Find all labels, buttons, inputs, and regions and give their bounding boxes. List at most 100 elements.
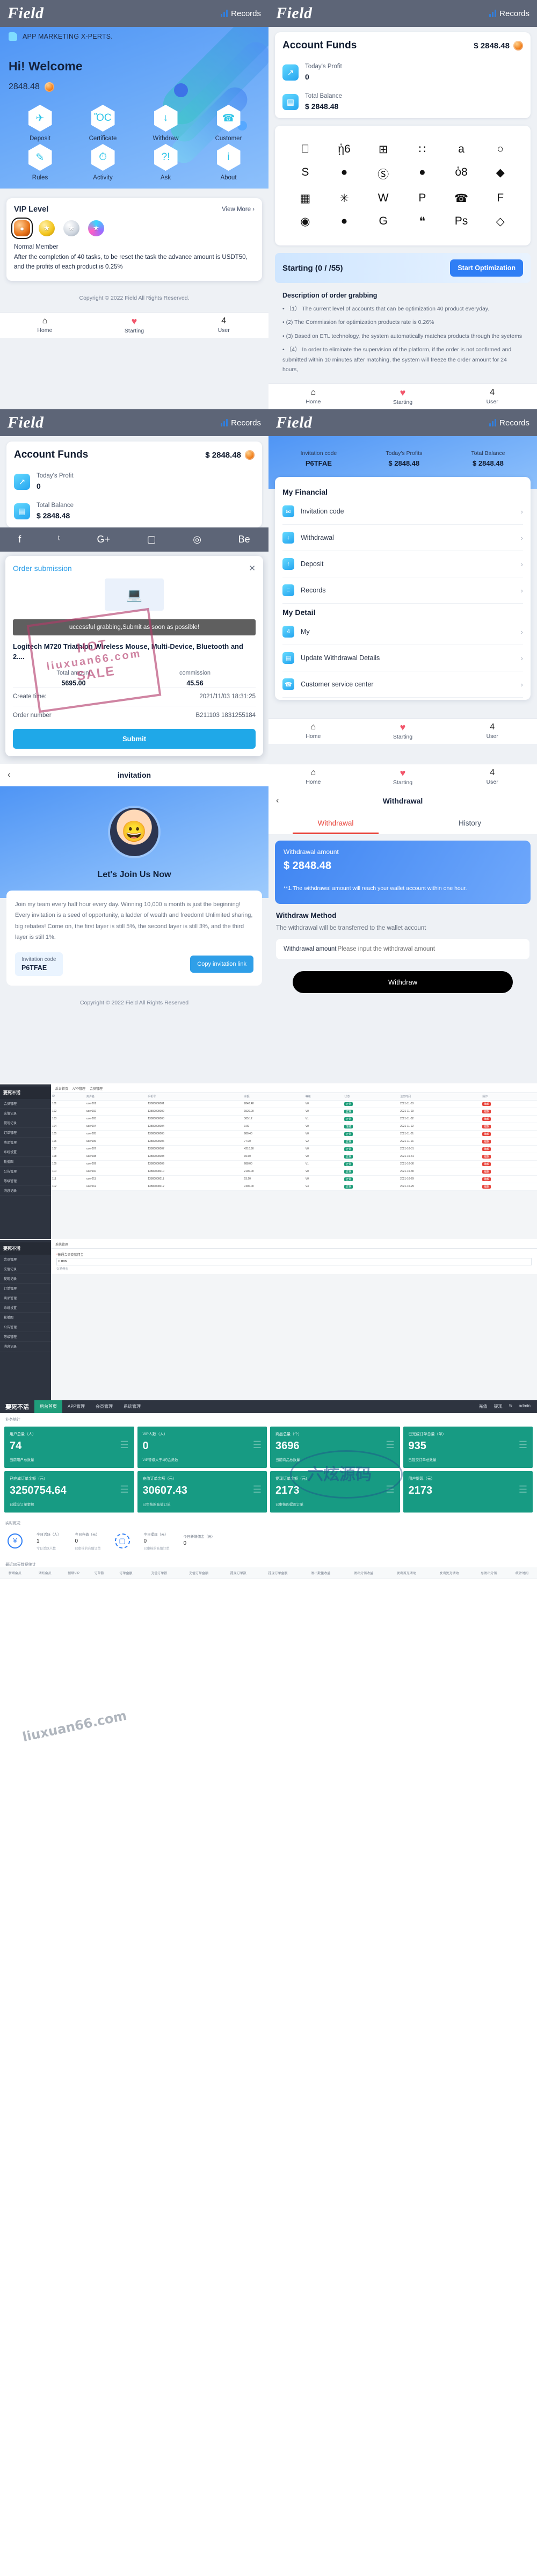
withdrawal-amount-input[interactable] bbox=[337, 946, 522, 952]
quick-action-withdraw[interactable]: ↓ Withdraw bbox=[134, 105, 197, 142]
admin-topbar-item[interactable]: APP管理 bbox=[72, 1086, 85, 1091]
tab-starting[interactable]: ♥ Starting bbox=[358, 722, 448, 740]
admin-sidebar-item[interactable]: 公告管理 bbox=[0, 1322, 51, 1332]
social-icon[interactable]: ▢ bbox=[147, 534, 156, 545]
medal-gold[interactable]: ★ bbox=[39, 220, 55, 236]
admin-sidebar-item[interactable]: 等级管理 bbox=[0, 1176, 51, 1186]
admin-sidebar-item[interactable]: 轮播图 bbox=[0, 1157, 51, 1167]
admin-sidebar-item[interactable]: 系统设置 bbox=[0, 1303, 51, 1313]
quick-action-about[interactable]: i About bbox=[197, 144, 260, 181]
records-button[interactable]: Records bbox=[489, 9, 529, 18]
row-action-button[interactable]: 编辑 bbox=[482, 1110, 491, 1113]
medal-silver[interactable]: ★ bbox=[63, 220, 79, 236]
admin-sidebar-item[interactable]: 提现记录 bbox=[0, 1274, 51, 1284]
admin-sidebar-item[interactable]: 等级管理 bbox=[0, 1332, 51, 1342]
tab-starting[interactable]: ♥ Starting bbox=[358, 388, 448, 406]
tab-user[interactable]: ὆4 User bbox=[447, 723, 537, 740]
admin-sidebar-item[interactable]: 订单管理 bbox=[0, 1284, 51, 1293]
quick-action-activity[interactable]: ⏱ Activity bbox=[71, 144, 134, 181]
nav-app[interactable]: APP管理 bbox=[62, 1400, 90, 1413]
list-item[interactable]: ὆4 My › bbox=[282, 619, 523, 645]
admin-sidebar-item[interactable]: 轮播图 bbox=[0, 1313, 51, 1322]
copy-invitation-link-button[interactable]: Copy invitation link bbox=[190, 956, 253, 973]
nav-recharge[interactable]: 充值 bbox=[479, 1403, 488, 1409]
row-action-button[interactable]: 编辑 bbox=[482, 1102, 491, 1106]
quick-action-rules[interactable]: ✎ Rules bbox=[9, 144, 71, 181]
admin-sidebar-item[interactable]: 公告管理 bbox=[0, 1167, 51, 1176]
admin-sidebar-item[interactable]: 充值记录 bbox=[0, 1264, 51, 1274]
close-icon[interactable]: ✕ bbox=[249, 563, 256, 573]
withdraw-button[interactable]: Withdraw bbox=[293, 971, 513, 993]
social-icon[interactable]: G+ bbox=[97, 534, 111, 545]
tab-withdrawal[interactable]: Withdrawal bbox=[268, 812, 403, 834]
admin-topbar-item[interactable]: 后台首页 bbox=[55, 1086, 68, 1091]
back-icon[interactable]: ‹ bbox=[276, 796, 289, 806]
withdrawal-amount-input-row[interactable]: Withdrawal amount bbox=[276, 939, 529, 959]
tab-home[interactable]: ⌂ Home bbox=[268, 388, 358, 405]
tab-home[interactable]: ⌂ Home bbox=[268, 769, 358, 785]
row-action-button[interactable]: 编辑 bbox=[482, 1162, 491, 1166]
tab-history[interactable]: History bbox=[403, 812, 537, 834]
admin-sidebar-item[interactable]: 订单管理 bbox=[0, 1128, 51, 1138]
medal-bronze[interactable]: ● bbox=[14, 220, 30, 236]
social-icon[interactable]: Be bbox=[238, 534, 250, 545]
quick-action-customer[interactable]: ☎ Customer bbox=[197, 105, 260, 142]
refresh-icon[interactable]: ↻ bbox=[509, 1403, 513, 1409]
list-item[interactable]: ✉ Invitation code › bbox=[282, 498, 523, 525]
admin-sidebar-item[interactable]: 充值记录 bbox=[0, 1109, 51, 1118]
records-button[interactable]: Records bbox=[221, 9, 261, 18]
list-item[interactable]: ↓ Withdrawal › bbox=[282, 525, 523, 551]
back-icon[interactable]: ‹ bbox=[8, 770, 20, 780]
tab-user[interactable]: ὆4 User bbox=[179, 317, 268, 334]
row-action-button[interactable]: 编辑 bbox=[482, 1117, 491, 1121]
row-action-button[interactable]: 编辑 bbox=[482, 1125, 491, 1128]
medal-rainbow[interactable]: ★ bbox=[88, 220, 104, 236]
nav-system[interactable]: 系统管理 bbox=[118, 1400, 146, 1413]
records-button[interactable]: Records bbox=[489, 418, 529, 428]
quick-action-ask[interactable]: ?! Ask bbox=[134, 144, 197, 181]
list-item[interactable]: ▤ Update Withdrawal Details › bbox=[282, 645, 523, 671]
start-optimization-button[interactable]: Start Optimization bbox=[450, 259, 523, 277]
tab-starting[interactable]: ♥ Starting bbox=[358, 768, 448, 786]
admin-topbar-item[interactable]: 会员管理 bbox=[90, 1086, 103, 1091]
admin-sidebar-item[interactable]: 会员管理 bbox=[0, 1255, 51, 1264]
row-action-button[interactable]: 编辑 bbox=[482, 1155, 491, 1159]
admin-sidebar-item[interactable]: 会员管理 bbox=[0, 1099, 51, 1109]
admin-sidebar-item[interactable]: 提现记录 bbox=[0, 1118, 51, 1128]
quick-action-deposit[interactable]: ✈ Deposit bbox=[9, 105, 71, 142]
admin-topbar-item[interactable]: 系统管理 bbox=[55, 1242, 68, 1247]
records-button[interactable]: Records bbox=[221, 418, 261, 428]
admin-user-label[interactable]: admin bbox=[519, 1403, 531, 1409]
list-item[interactable]: ≡ Records › bbox=[282, 577, 523, 604]
admin-sidebar-item[interactable]: 消息记录 bbox=[0, 1342, 51, 1351]
tab-user[interactable]: ὆4 User bbox=[447, 769, 537, 785]
admin-sidebar-item[interactable]: 系统设置 bbox=[0, 1147, 51, 1157]
row-action-button[interactable]: 编辑 bbox=[482, 1132, 491, 1136]
list-item[interactable]: ↑ Deposit › bbox=[282, 551, 523, 577]
vip-view-more[interactable]: View More › bbox=[222, 206, 255, 213]
table-cell: 2021-11-03 bbox=[399, 1100, 481, 1108]
list-item[interactable]: ☎ Customer service center › bbox=[282, 671, 523, 698]
tab-user[interactable]: ὆4 User bbox=[447, 388, 537, 405]
tab-starting[interactable]: ♥ Starting bbox=[90, 316, 179, 334]
tab-home[interactable]: ⌂ Home bbox=[0, 317, 90, 334]
row-action-button[interactable]: 编辑 bbox=[482, 1170, 491, 1174]
quick-action-certificate[interactable]: ὍC Certificate bbox=[71, 105, 134, 142]
social-icon[interactable]: f bbox=[18, 534, 21, 545]
row-action-button[interactable]: 编辑 bbox=[482, 1140, 491, 1144]
admin-sidebar-item[interactable]: 商品管理 bbox=[0, 1293, 51, 1303]
nav-withdraw[interactable]: 提现 bbox=[494, 1403, 503, 1409]
nav-dashboard[interactable]: 后台首页 bbox=[34, 1400, 62, 1413]
social-icon[interactable]: ᵗ bbox=[58, 534, 60, 545]
submit-button[interactable]: Submit bbox=[13, 729, 256, 749]
row-action-button[interactable]: 编辑 bbox=[482, 1177, 491, 1181]
admin-sidebar-item[interactable]: 商品管理 bbox=[0, 1138, 51, 1147]
table-cell: 305.12 bbox=[243, 1115, 304, 1123]
social-icon[interactable]: ◎ bbox=[193, 534, 201, 545]
tab-home[interactable]: ⌂ Home bbox=[268, 723, 358, 740]
commission-input[interactable] bbox=[56, 1258, 532, 1265]
row-action-button[interactable]: 编辑 bbox=[482, 1185, 491, 1189]
admin-sidebar-item[interactable]: 消息记录 bbox=[0, 1186, 51, 1196]
nav-members[interactable]: 会员管理 bbox=[90, 1400, 118, 1413]
row-action-button[interactable]: 编辑 bbox=[482, 1147, 491, 1151]
